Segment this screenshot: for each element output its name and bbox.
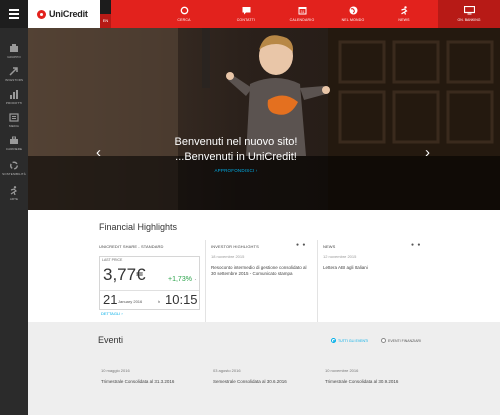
nav-contatti-label: CONTATTI — [236, 18, 256, 22]
stock-price: 3,77€ — [103, 265, 146, 284]
hamburger-menu-icon[interactable] — [0, 0, 28, 28]
investor-highlight-date: 18 novembre 2015 — [211, 254, 245, 259]
event-title[interactable]: Trimestrale Consolidata al 31.3.2016 — [101, 379, 174, 384]
media-icon — [9, 113, 19, 122]
carousel-next-icon[interactable]: › — [425, 145, 430, 160]
group-icon — [10, 44, 18, 52]
page: { "header": { "brand": "UniCredit", "lan… — [0, 0, 500, 415]
unicredit-logo[interactable]: UniCredit — [28, 0, 100, 28]
search-icon — [180, 6, 188, 15]
online-banking-label: ON. BANKING — [457, 18, 481, 22]
filter-financial-radio[interactable] — [381, 338, 386, 343]
nav-cerca[interactable]: CERCA — [164, 0, 204, 28]
chat-icon — [242, 7, 250, 15]
nav-news[interactable]: NEWS — [386, 0, 422, 28]
unicredit-logo-icon — [37, 9, 46, 19]
investor-highlight-text[interactable]: Resoconto intermedio di gestione consoli… — [211, 265, 311, 277]
sidebar-item-label: ARTE — [9, 197, 19, 201]
investor-highlights-header: INVESTOR HIGHLIGHTS — [211, 244, 259, 249]
stock-change: +1,73% — [168, 276, 192, 283]
hero-headline-1: Benvenuti nel nuovo sito! — [174, 136, 298, 148]
stock-month-year: January 2016 — [118, 299, 143, 304]
stock-time: 10:15 — [165, 292, 198, 307]
online-banking-button[interactable]: ON. BANKING — [438, 0, 500, 28]
hero-headline-2: ...Benvenuti in UniCredit! — [175, 151, 297, 163]
nav-calendario-label: CALENDARIO — [289, 18, 315, 22]
event-title[interactable]: Trimestrale Consolidata al 30.9.2016 — [325, 379, 398, 384]
globe-icon — [349, 6, 357, 15]
filter-financial-label[interactable]: EVENTI FINANZIARI — [388, 339, 421, 343]
event-date: 03 agosto 2016 — [213, 368, 241, 373]
stock-divider — [100, 290, 199, 291]
news-header: NEWS — [323, 244, 336, 249]
left-sidebar: GRUPPO INVESTORS PRODOTTI MEDIA CARRIERE… — [0, 0, 28, 415]
sidebar-item-label: MEDIA — [8, 124, 19, 128]
news-date: 12 novembre 2015 — [323, 254, 357, 259]
hero-read-more-link[interactable]: APPROFONDISCI › — [0, 168, 472, 173]
filter-all-radio[interactable] — [331, 338, 336, 343]
events-title: Eventi — [98, 335, 124, 345]
event-date: 10 maggio 2016 — [101, 368, 130, 373]
nav-contatti[interactable]: CONTATTI — [226, 0, 266, 28]
hero-carousel — [28, 28, 500, 210]
stock-hour-label: h — [158, 299, 161, 304]
stock-details-link[interactable]: DETTAGLI › — [101, 311, 123, 316]
nav-nel-mondo-label: NEL MONDO — [341, 18, 365, 22]
news-text[interactable]: Lettera ABI agli Italiani — [323, 265, 423, 271]
stock-day: 21 — [103, 292, 118, 307]
sidebar-item-label: INVESTORS — [4, 78, 24, 82]
carousel-prev-icon[interactable]: ‹ — [96, 145, 101, 160]
event-date: 10 novembre 2016 — [325, 368, 359, 373]
sidebar-item-arte[interactable]: ARTE — [0, 182, 28, 206]
stock-widget-header: UNICREDIT SHARE - STANDARD — [99, 244, 164, 249]
sidebar-item-media[interactable]: MEDIA — [0, 109, 28, 133]
stock-label: LAST PRICE — [102, 258, 123, 262]
calendar-icon: 31 — [298, 7, 306, 15]
arrow-up-icon — [9, 67, 18, 76]
language-en[interactable]: EN — [100, 14, 111, 28]
pager-dots-icon[interactable]: ● ● — [411, 242, 421, 248]
column-divider — [205, 240, 206, 322]
monitor-icon — [463, 6, 475, 15]
pager-dots-icon[interactable]: ● ● — [296, 242, 306, 248]
nav-calendario[interactable]: 31 CALENDARIO — [280, 0, 324, 28]
bar-chart-icon — [10, 90, 18, 99]
sidebar-item-prodotti[interactable]: PRODOTTI — [0, 86, 28, 110]
news-icon — [400, 6, 408, 15]
column-divider — [317, 240, 318, 322]
nav-cerca-label: CERCA — [177, 18, 191, 22]
event-title[interactable]: Semestrale Consolidata al 30.6.2016 — [213, 379, 287, 384]
top-navigation-bar: UniCredit EN CERCA CONTATTI 31 CALENDARI… — [28, 0, 500, 28]
sidebar-item-investors[interactable]: INVESTORS — [0, 63, 28, 87]
sidebar-item-label: GRUPPO — [7, 55, 21, 59]
filter-all-label[interactable]: TUTTI GLI EVENTI — [338, 339, 368, 343]
sidebar-item-label: PRODOTTI — [5, 101, 23, 105]
hero-caption-band — [28, 156, 500, 210]
financial-highlights-title: Financial Highlights — [99, 222, 178, 232]
nav-news-label: NEWS — [398, 18, 410, 22]
svg-text:31: 31 — [300, 10, 304, 14]
info-icon: ◔ — [194, 277, 197, 282]
sidebar-item-gruppo[interactable]: GRUPPO — [0, 40, 28, 64]
nav-nel-mondo[interactable]: NEL MONDO — [331, 0, 375, 28]
brand-name: UniCredit — [49, 9, 88, 19]
runner-icon — [10, 186, 18, 195]
